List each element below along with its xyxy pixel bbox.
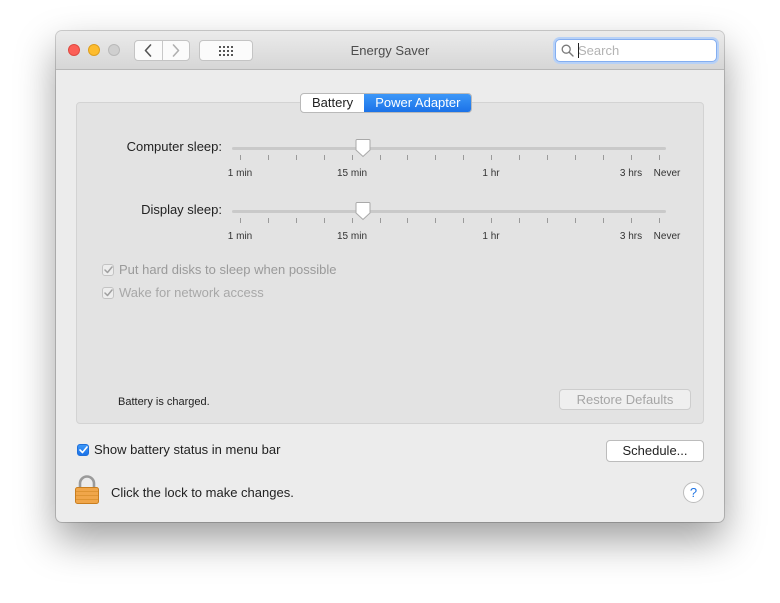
display-sleep-label: Display sleep: xyxy=(141,202,222,217)
computer-sleep-tick xyxy=(491,155,492,160)
computer-sleep-tick-label: 3 hrs xyxy=(619,168,643,179)
display-sleep-tick xyxy=(296,218,297,223)
computer-sleep-tick xyxy=(575,155,576,160)
text-caret xyxy=(578,43,579,58)
display-sleep-tick-label: 1 hr xyxy=(482,231,500,242)
display-sleep-tick xyxy=(435,218,436,223)
computer-sleep-label: Computer sleep: xyxy=(126,139,222,154)
lock-message: Click the lock to make changes. xyxy=(111,485,294,500)
display-sleep-tick xyxy=(631,218,632,223)
show-battery-status-label: Show battery status in menu bar xyxy=(94,442,281,457)
computer-sleep-tick-label: 1 min xyxy=(227,168,253,179)
restore-defaults-button[interactable]: Restore Defaults xyxy=(559,389,691,410)
battery-status-text: Battery is charged. xyxy=(118,396,210,408)
display-sleep-tick xyxy=(240,218,241,223)
display-sleep-tick xyxy=(659,218,660,223)
computer-sleep-tick xyxy=(435,155,436,160)
computer-sleep-tick xyxy=(519,155,520,160)
lock-button[interactable] xyxy=(74,475,100,510)
display-sleep-tick xyxy=(603,218,604,223)
wake-network-label: Wake for network access xyxy=(119,285,264,300)
display-sleep-tick xyxy=(463,218,464,223)
computer-sleep-tick xyxy=(380,155,381,160)
display-sleep-tick xyxy=(575,218,576,223)
computer-sleep-tick xyxy=(324,155,325,160)
wake-network-option[interactable]: Wake for network access xyxy=(102,285,264,300)
checkmark-icon xyxy=(103,265,113,273)
computer-sleep-tick xyxy=(631,155,632,160)
display-sleep-tick-label: 15 min xyxy=(336,231,368,242)
computer-sleep-tick xyxy=(240,155,241,160)
hard-disk-sleep-option[interactable]: Put hard disks to sleep when possible xyxy=(102,262,337,277)
slider-track xyxy=(232,147,666,150)
search-icon xyxy=(561,44,574,57)
hard-disk-sleep-label: Put hard disks to sleep when possible xyxy=(119,262,337,277)
computer-sleep-tick xyxy=(407,155,408,160)
computer-sleep-tick-label: 1 hr xyxy=(482,168,500,179)
schedule-button[interactable]: Schedule... xyxy=(606,440,704,462)
help-button[interactable]: ? xyxy=(683,482,704,503)
computer-sleep-tick xyxy=(352,155,353,160)
computer-sleep-tick xyxy=(463,155,464,160)
preferences-window: Energy Saver Battery Power Adapter Compu… xyxy=(56,31,724,522)
computer-sleep-tick xyxy=(659,155,660,160)
computer-sleep-tick xyxy=(296,155,297,160)
display-sleep-tick xyxy=(491,218,492,223)
search-input[interactable] xyxy=(578,42,708,58)
computer-sleep-tick xyxy=(268,155,269,160)
display-sleep-tick xyxy=(407,218,408,223)
show-battery-status-checkbox[interactable] xyxy=(77,443,89,456)
computer-sleep-tick xyxy=(547,155,548,160)
display-sleep-tick-label: 3 hrs xyxy=(619,231,643,242)
display-sleep-tick xyxy=(324,218,325,223)
display-sleep-tick xyxy=(268,218,269,223)
lock-icon xyxy=(75,475,99,504)
tab-power-adapter[interactable]: Power Adapter xyxy=(364,94,472,112)
computer-sleep-tick-label: 15 min xyxy=(336,168,368,179)
show-battery-status-option[interactable]: Show battery status in menu bar xyxy=(77,442,280,457)
hard-disk-sleep-checkbox[interactable] xyxy=(102,263,114,276)
computer-sleep-tick xyxy=(603,155,604,160)
tab-control: Battery Power Adapter xyxy=(300,93,473,113)
display-sleep-tick xyxy=(352,218,353,223)
title-bar: Energy Saver xyxy=(56,31,724,70)
computer-sleep-tick-label: Never xyxy=(653,168,681,179)
computer-sleep-knob[interactable] xyxy=(355,138,371,158)
checkmark-icon xyxy=(103,288,113,296)
display-sleep-tick-label: 1 min xyxy=(227,231,253,242)
display-sleep-knob[interactable] xyxy=(355,201,371,221)
search-field[interactable] xyxy=(555,39,717,62)
display-sleep-tick-label: Never xyxy=(653,231,681,242)
display-sleep-tick xyxy=(547,218,548,223)
display-sleep-tick xyxy=(380,218,381,223)
wake-network-checkbox[interactable] xyxy=(102,286,114,299)
tab-battery[interactable]: Battery xyxy=(301,94,364,112)
help-icon: ? xyxy=(689,485,698,500)
display-sleep-tick xyxy=(519,218,520,223)
checkmark-icon xyxy=(78,445,88,453)
slider-track xyxy=(232,210,666,213)
